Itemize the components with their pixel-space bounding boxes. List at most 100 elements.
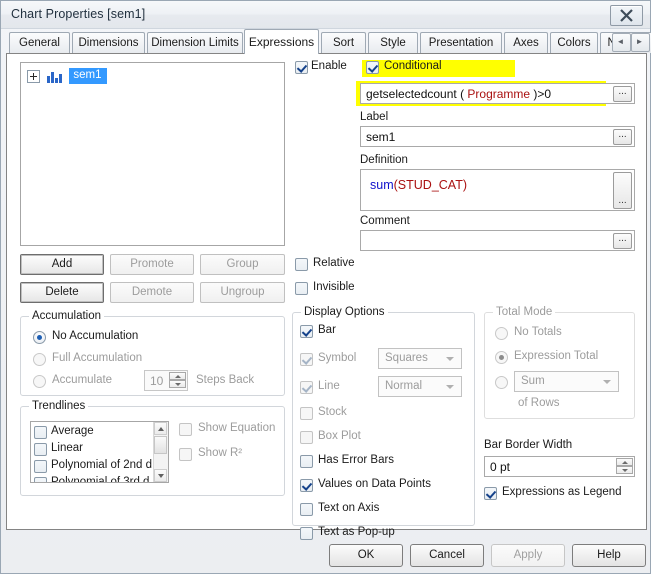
total-mode-legend: Total Mode (493, 306, 556, 318)
trendline-average-label: Average (51, 425, 94, 437)
label-browse-button[interactable]: ... (613, 129, 632, 145)
total-mode-group: Total Mode No Totals Expression Total Su… (484, 306, 635, 419)
help-button[interactable]: Help (572, 544, 646, 567)
conditional-expression-browse-button[interactable]: ... (613, 86, 632, 102)
group-button: Group (200, 254, 285, 275)
comment-input[interactable]: ... (360, 230, 635, 251)
tab-colors[interactable]: Colors (550, 32, 598, 53)
chevron-right-icon: ► (635, 37, 644, 46)
symbol-select[interactable]: Squares (378, 348, 462, 369)
radio-full-accumulation[interactable] (33, 353, 46, 366)
label-full-accumulation: Full Accumulation (52, 352, 143, 364)
tab-general[interactable]: General (9, 32, 70, 53)
text-as-popup-checkbox[interactable] (300, 527, 313, 540)
stepper-down-icon[interactable] (616, 466, 633, 474)
expressions-as-legend-label: Expressions as Legend (502, 486, 622, 498)
text-on-axis-checkbox[interactable] (300, 503, 313, 516)
radio-no-totals[interactable] (495, 327, 508, 340)
tab-expressions[interactable]: Expressions (244, 29, 319, 54)
trendlines-scrollbar[interactable] (153, 422, 168, 482)
values-on-data-points-checkbox[interactable] (300, 479, 313, 492)
radio-no-accumulation[interactable] (33, 331, 46, 344)
stepper-down-icon[interactable] (169, 380, 186, 388)
bar-border-width-stepper[interactable]: 0 pt (484, 456, 635, 477)
cancel-button[interactable]: Cancel (410, 544, 484, 567)
tab-axes[interactable]: Axes (504, 32, 548, 53)
accumulation-group: Accumulation No Accumulation Full Accumu… (20, 310, 285, 396)
tab-presentation[interactable]: Presentation (420, 32, 502, 53)
trendline-poly3-label: Polynomial of 3rd d (51, 476, 150, 483)
stock-label: Stock (318, 406, 347, 418)
box-plot-checkbox[interactable] (300, 431, 313, 444)
definition-input[interactable]: sum(STUD_CAT) ... (360, 169, 635, 211)
show-equation-checkbox[interactable] (179, 423, 192, 436)
tab-scroll-prev-button[interactable]: ◄ (612, 33, 631, 52)
definition-argument: (STUD_CAT) (393, 178, 468, 192)
bar-checkbox[interactable] (300, 325, 313, 338)
line-label: Line (318, 380, 340, 392)
label-no-totals: No Totals (514, 326, 562, 338)
invisible-label: Invisible (313, 281, 355, 293)
label-caption: Label (360, 111, 389, 123)
expressions-tree[interactable]: sem1 (20, 62, 285, 246)
demote-button: Demote (110, 282, 194, 303)
trendline-linear-checkbox[interactable] (34, 443, 47, 456)
label-value: sem1 (366, 130, 396, 144)
conditional-expression-input[interactable]: getselectedcount ( Programme )>0 ... (360, 83, 635, 104)
tab-scroll-next-button[interactable]: ► (631, 33, 650, 52)
apply-button: Apply (491, 544, 565, 567)
scrollbar-thumb[interactable] (154, 436, 167, 454)
symbol-checkbox[interactable] (300, 353, 313, 366)
accumulate-steps-stepper[interactable]: 10 (144, 370, 188, 391)
values-on-data-points-label: Values on Data Points (318, 478, 431, 490)
line-checkbox[interactable] (300, 381, 313, 394)
enable-checkbox[interactable] (295, 61, 308, 74)
show-equation-label: Show Equation (198, 422, 276, 434)
tab-sort[interactable]: Sort (321, 32, 366, 53)
show-r2-checkbox[interactable] (179, 448, 192, 461)
stepper-up-icon[interactable] (616, 458, 633, 466)
radio-accumulate[interactable] (33, 375, 46, 388)
bar-chart-icon (47, 70, 63, 83)
stock-checkbox[interactable] (300, 407, 313, 420)
label-input[interactable]: sem1 ... (360, 126, 635, 147)
trendlines-list[interactable]: Average Linear Polynomial of 2nd d Polyn… (30, 421, 169, 483)
symbol-label: Symbol (318, 352, 357, 364)
stepper-up-icon[interactable] (169, 372, 186, 380)
trendline-poly3-checkbox[interactable] (34, 477, 47, 482)
definition-browse-button[interactable]: ... (613, 172, 632, 209)
radio-expression-total[interactable] (495, 351, 508, 364)
expand-icon[interactable] (27, 69, 40, 83)
delete-button[interactable]: Delete (20, 282, 104, 303)
line-select[interactable]: Normal (378, 376, 462, 397)
relative-label: Relative (313, 257, 355, 269)
close-button[interactable] (610, 5, 643, 26)
radio-aggregation[interactable] (495, 376, 508, 389)
conditional-checkbox[interactable] (366, 61, 379, 74)
label-accumulate: Accumulate (52, 374, 113, 386)
definition-value: sum(STUD_CAT) (370, 178, 467, 192)
chevron-left-icon: ◄ (616, 37, 625, 46)
scroll-down-icon[interactable] (154, 469, 167, 482)
trendlines-legend: Trendlines (29, 400, 89, 412)
has-error-bars-checkbox[interactable] (300, 455, 313, 468)
trendline-poly2-checkbox[interactable] (34, 460, 47, 473)
scroll-up-icon[interactable] (154, 422, 167, 435)
chevron-down-icon (603, 380, 611, 384)
relative-checkbox[interactable] (295, 258, 308, 271)
tab-dimensions[interactable]: Dimensions (72, 32, 145, 53)
comment-browse-button[interactable]: ... (613, 233, 632, 249)
add-button[interactable]: Add (20, 254, 104, 275)
expressions-as-legend-checkbox[interactable] (484, 487, 497, 500)
trendline-average-checkbox[interactable] (34, 426, 47, 439)
tab-style[interactable]: Style (368, 32, 418, 53)
accumulation-legend: Accumulation (29, 310, 105, 322)
box-plot-label: Box Plot (318, 430, 361, 442)
aggregation-select[interactable]: Sum (514, 371, 619, 392)
ok-button[interactable]: OK (329, 544, 403, 567)
tree-item-sem1[interactable]: sem1 (27, 68, 107, 84)
invisible-checkbox[interactable] (295, 282, 308, 295)
conditional-expr-prefix: getselectedcount ( (366, 87, 468, 101)
label-of-rows: of Rows (518, 397, 560, 409)
tab-dimension-limits[interactable]: Dimension Limits (147, 32, 243, 53)
